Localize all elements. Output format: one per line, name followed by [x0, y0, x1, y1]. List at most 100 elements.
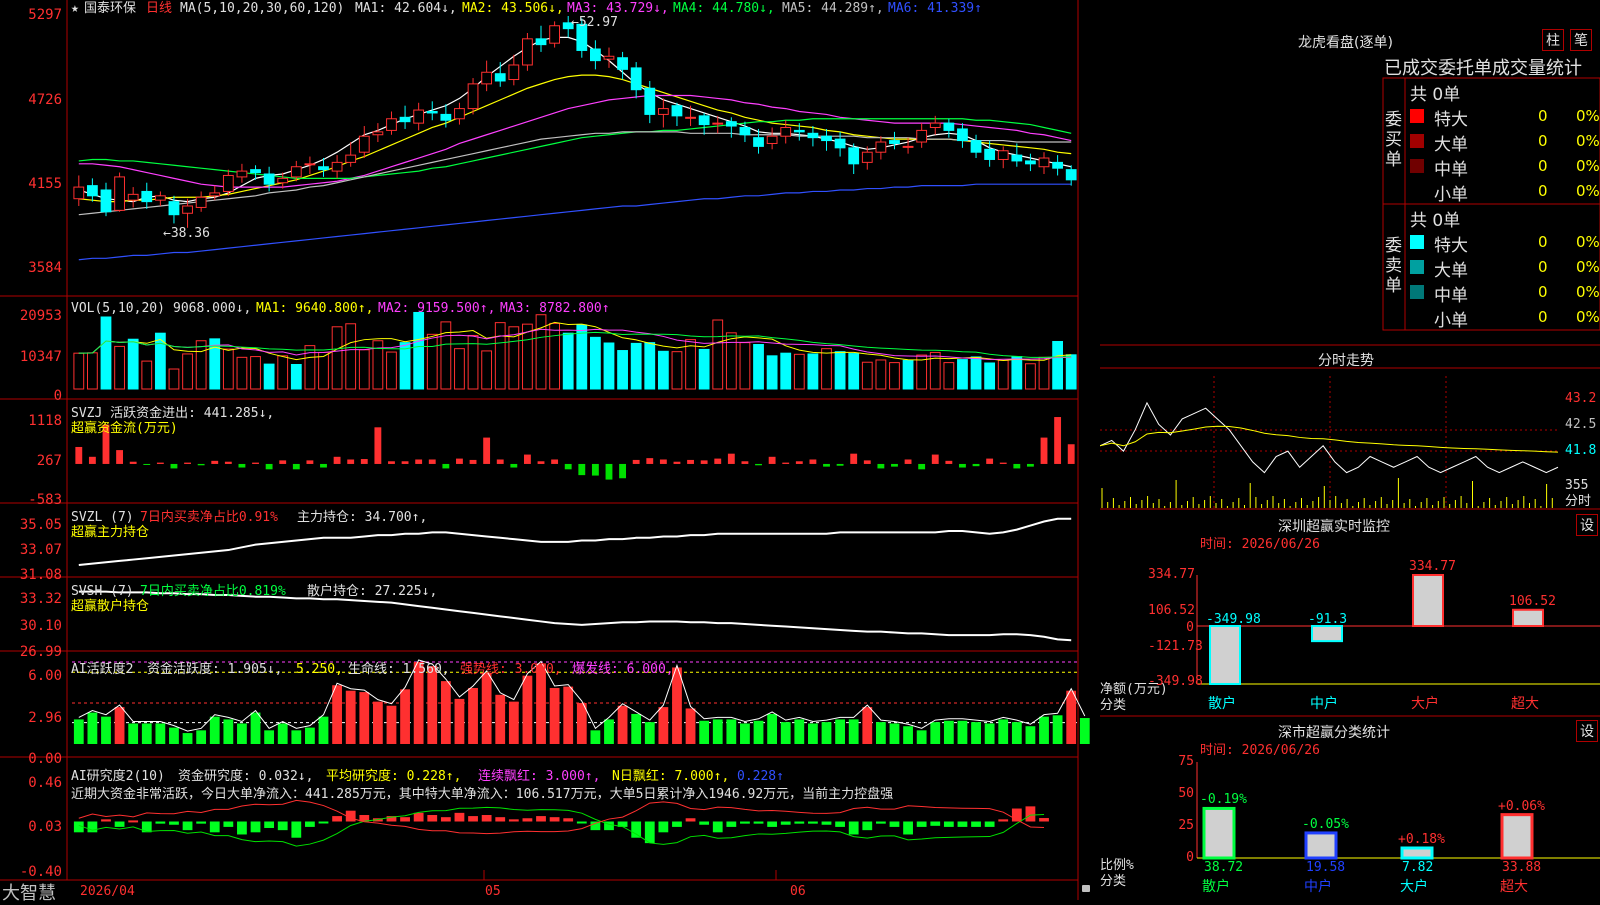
- row-value: 0: [1538, 132, 1548, 150]
- sz-class-settings-button[interactable]: 设: [1576, 720, 1598, 742]
- sz-monitor-settings-button[interactable]: 设: [1576, 514, 1598, 536]
- activity-bar: [821, 722, 832, 744]
- intraday-axis-tick: 42.5: [1565, 417, 1597, 432]
- stock-name[interactable]: 国泰环保: [84, 1, 136, 16]
- ai-active-title: AI活跃度2: [71, 662, 134, 677]
- activity-bar: [372, 701, 383, 744]
- sz-monitor-axis-tick: 106.52: [1148, 603, 1195, 618]
- volume-bar: [617, 350, 628, 390]
- activity-bar: [332, 685, 342, 744]
- activity-bar: [835, 719, 845, 744]
- research-bar: [237, 821, 247, 835]
- candle-body: [331, 161, 343, 172]
- favorite-star-icon[interactable]: ★: [71, 1, 79, 16]
- money-flow-bar: [863, 460, 871, 464]
- svzl-axis-tick: 35.05: [19, 517, 62, 533]
- volume-bar: [549, 322, 561, 390]
- volume-bar: [725, 332, 737, 390]
- money-flow-bar: [741, 461, 749, 464]
- row-name: 特大: [1434, 110, 1468, 130]
- money-flow-bar: [401, 461, 409, 464]
- row-percent: 0%: [1576, 233, 1600, 251]
- activity-bar: [128, 723, 139, 744]
- candle-body: [997, 150, 1009, 160]
- intraday-axis-tick: 43.2: [1565, 391, 1597, 406]
- svzj-subtitle: 超赢资金流(万元): [71, 421, 178, 436]
- money-flow-bar: [1067, 444, 1075, 464]
- volume-bar: [902, 359, 914, 390]
- sz-monitor-axis-tick: 334.77: [1148, 567, 1195, 582]
- money-flow-bar: [646, 458, 654, 464]
- sz-monitor-bar: [1311, 625, 1343, 643]
- intraday-axis-tick: 355: [1565, 478, 1589, 493]
- volume-bar: [440, 321, 452, 390]
- candle-body: [603, 55, 615, 60]
- volume-bar: [114, 345, 125, 390]
- activity-bar: [141, 723, 152, 744]
- right-panel: 龙虎看盘(逐单) 柱 笔 已成交委托单成交量统计 委买单 委卖单 共 0单 共 …: [1100, 0, 1600, 900]
- candle-body: [549, 25, 561, 44]
- sell-total: 共 0单: [1410, 211, 1461, 231]
- period-label[interactable]: 日线: [146, 1, 172, 16]
- activity-bar: [658, 707, 669, 744]
- row-percent: 0%: [1576, 157, 1600, 175]
- bar-mode-button[interactable]: 柱: [1542, 29, 1564, 51]
- research-bar: [740, 821, 750, 824]
- money-flow-bar: [197, 463, 205, 466]
- candle-body: [182, 205, 193, 214]
- activity-bar: [114, 707, 125, 744]
- candle-body: [522, 38, 533, 66]
- intraday-axis-tick: 分时: [1565, 494, 1592, 509]
- ma-line-ma5: [78, 131, 1072, 216]
- color-swatch: [1410, 260, 1424, 274]
- activity-bar: [427, 666, 438, 744]
- research-bar: [114, 821, 125, 827]
- activity-bar: [984, 723, 995, 744]
- money-flow-bar: [537, 461, 545, 464]
- volume-bar: [263, 363, 275, 390]
- candle-body: [712, 122, 724, 125]
- color-swatch: [1410, 134, 1424, 148]
- candle-body: [413, 109, 425, 124]
- volume-bar: [739, 342, 751, 390]
- volume-bar: [345, 323, 357, 390]
- candle-body: [644, 87, 656, 115]
- sell-label: 委卖单: [1385, 236, 1402, 296]
- activity-bar: [209, 716, 220, 744]
- volume-bar: [603, 342, 615, 390]
- row-name: 中单: [1434, 286, 1468, 306]
- money-flow-bar: [360, 459, 368, 464]
- money-flow-bar: [75, 446, 83, 464]
- tick-mode-button[interactable]: 笔: [1570, 29, 1592, 51]
- research-bar: [658, 821, 669, 833]
- row-name: 特大: [1434, 236, 1468, 256]
- volume-bar: [399, 342, 411, 390]
- research-bar: [563, 818, 574, 822]
- svsh-axis-tick: 33.32: [19, 591, 62, 607]
- sz-class-bar: [1500, 813, 1534, 860]
- sz-class-percent-label: 19.58: [1306, 860, 1346, 875]
- candle-body: [127, 193, 139, 201]
- research-bar: [101, 819, 111, 822]
- candle-body: [725, 121, 737, 127]
- candle-body: [386, 118, 397, 131]
- research-bar: [549, 817, 560, 822]
- lock-icon[interactable]: [1082, 885, 1090, 892]
- sz-class-ylabel2: 分类: [1100, 874, 1127, 889]
- research-bar: [767, 821, 778, 827]
- activity-bar: [481, 672, 492, 744]
- sz-class-ylabel: 比例%: [1100, 858, 1134, 873]
- volume-bar: [277, 355, 289, 390]
- money-flow-bar: [170, 463, 178, 469]
- volume-bar: [522, 323, 533, 390]
- research-bar: [508, 819, 519, 822]
- ai-active-axis-tick: 6.00: [28, 668, 62, 684]
- volume-bar: [426, 333, 438, 390]
- svsh-axis-tick: 26.99: [19, 644, 62, 660]
- svsh-title: SVSH (7): [71, 584, 134, 599]
- candle-body: [780, 126, 792, 137]
- activity-bar: [318, 716, 329, 744]
- sz-class-axis-tick: 50: [1178, 786, 1194, 801]
- sz-monitor-bar: [1512, 608, 1544, 628]
- activity-bar: [563, 686, 574, 744]
